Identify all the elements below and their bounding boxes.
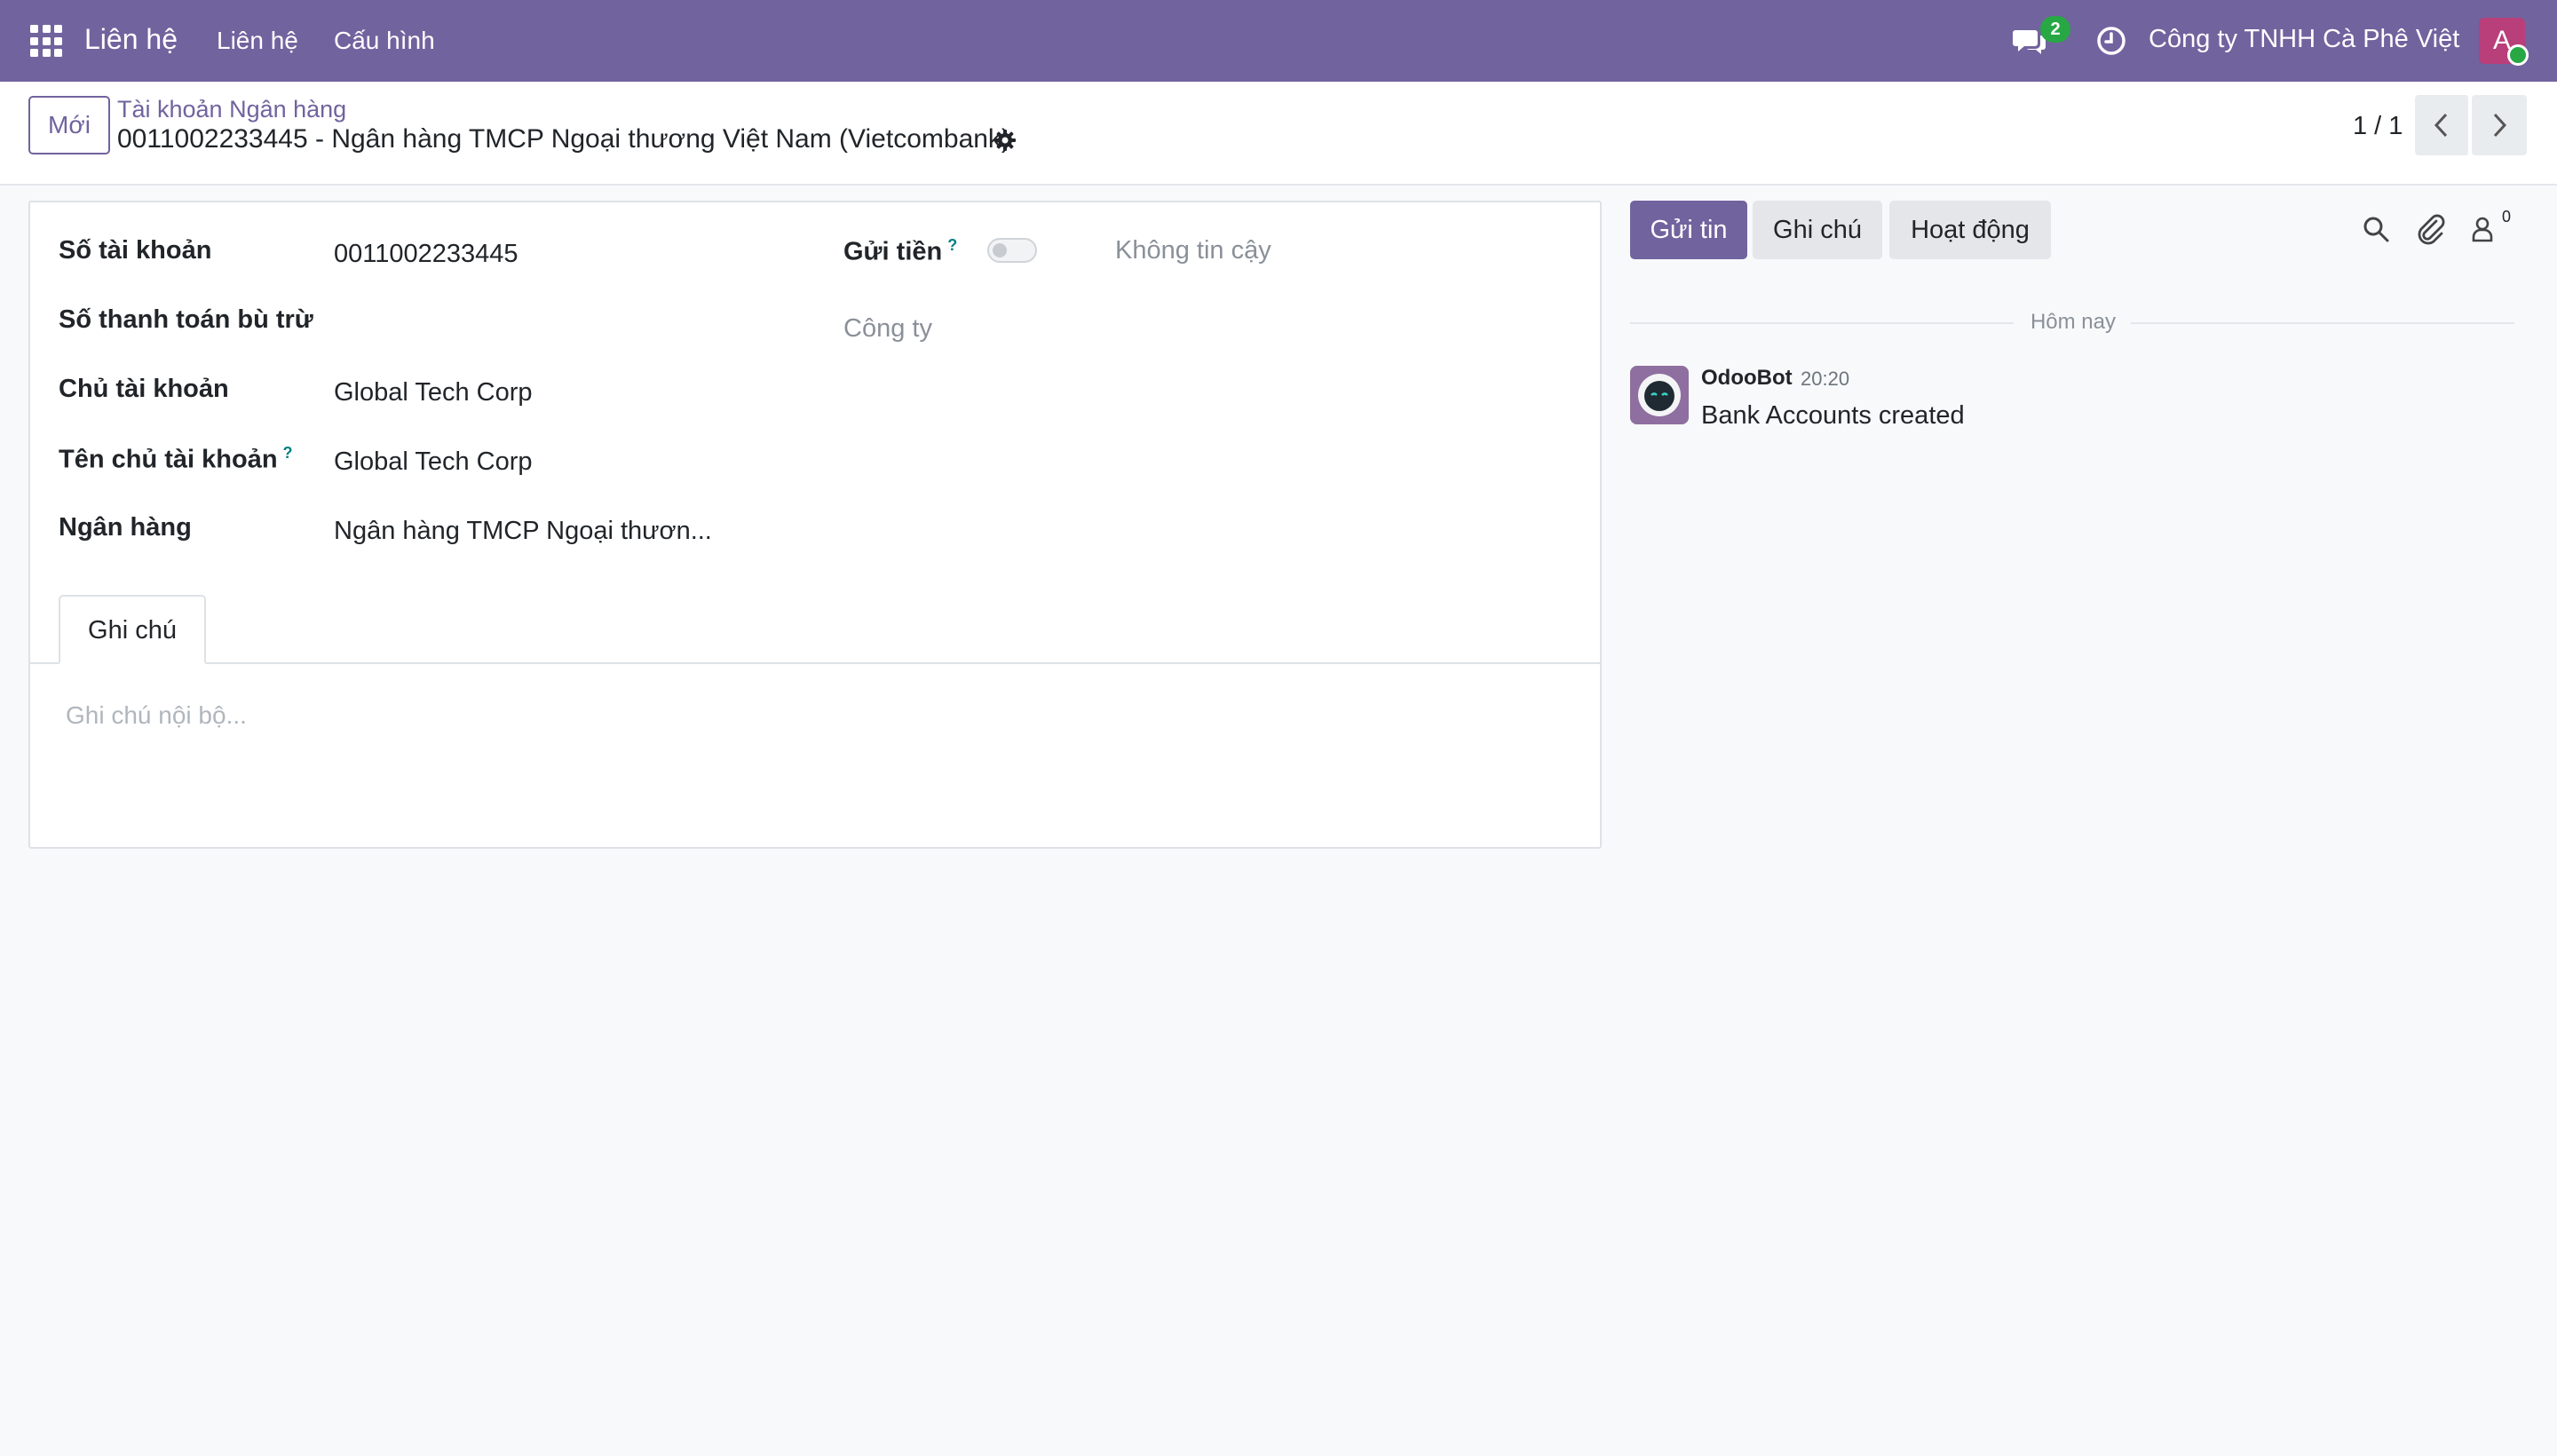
follower-count: 0: [2502, 208, 2512, 226]
internal-note-input[interactable]: Ghi chú nội bộ...: [66, 701, 247, 730]
send-money-label: Gửi tiền?: [843, 236, 957, 267]
company-switcher[interactable]: Công ty TNHH Cà Phê Việt: [2149, 25, 2459, 54]
clock-icon[interactable]: [2095, 25, 2127, 57]
help-tooltip-icon[interactable]: ?: [947, 236, 957, 254]
pager-next-button[interactable]: [2472, 95, 2527, 155]
app-grid-icon[interactable]: [30, 25, 62, 57]
odoobot-avatar[interactable]: [1630, 366, 1689, 424]
holder-name-label: Tên chủ tài khoản?: [59, 444, 293, 475]
bank-field[interactable]: Ngân hàng TMCP Ngoại thươn...: [334, 517, 712, 546]
gear-icon[interactable]: [993, 128, 1017, 153]
holder-label: Chủ tài khoản: [59, 375, 229, 403]
holder-name-field[interactable]: Global Tech Corp: [334, 447, 533, 477]
breadcrumb-link[interactable]: Tài khoản Ngân hàng: [117, 96, 346, 123]
menu-contacts[interactable]: Liên hệ: [217, 27, 298, 55]
menu-configuration[interactable]: Cấu hình: [334, 27, 435, 55]
bank-label: Ngân hàng: [59, 513, 192, 542]
pager-previous-button[interactable]: [2415, 95, 2470, 155]
clearing-number-label: Số thanh toán bù trừ: [59, 305, 313, 334]
pager-value[interactable]: 1 / 1: [2353, 112, 2403, 141]
search-icon[interactable]: [2360, 213, 2392, 245]
toggle-knob: [993, 243, 1007, 257]
app-name[interactable]: Liên hệ: [84, 23, 178, 56]
new-button[interactable]: Mới: [28, 96, 110, 154]
record-title: 0011002233445 - Ngân hàng TMCP Ngoại thư…: [117, 124, 1010, 154]
form-sheet: [28, 201, 1602, 849]
send-money-toggle[interactable]: [987, 238, 1037, 263]
chat-count-badge: 2: [2040, 16, 2070, 43]
holder-name-label-text: Tên chủ tài khoản: [59, 445, 278, 474]
message-author[interactable]: OdooBot: [1701, 366, 1793, 391]
follower-icon[interactable]: [2466, 213, 2498, 245]
company-field[interactable]: Công ty: [843, 314, 932, 344]
date-separator-line: [2131, 322, 2514, 324]
tabs-divider: [30, 662, 1600, 664]
send-message-button[interactable]: Gửi tin: [1630, 201, 1747, 259]
log-note-button[interactable]: Ghi chú: [1753, 201, 1882, 259]
help-tooltip-icon[interactable]: ?: [283, 444, 293, 462]
date-separator: Hôm nay: [2030, 310, 2117, 334]
paperclip-icon[interactable]: [2415, 213, 2447, 245]
account-number-field[interactable]: 0011002233445: [334, 240, 519, 269]
send-money-status: Không tin cậy: [1115, 236, 1271, 265]
clearing-number-field[interactable]: [334, 305, 796, 341]
top-navbar: Liên hệ Liên hệ Cấu hình 2 Công ty TNHH …: [0, 0, 2557, 82]
tab-notes[interactable]: Ghi chú: [59, 595, 206, 664]
account-number-label: Số tài khoản: [59, 236, 212, 265]
control-panel: Mới Tài khoản Ngân hàng 0011002233445 - …: [0, 82, 2557, 186]
send-money-label-text: Gửi tiền: [843, 237, 943, 266]
chevron-right-icon: [2493, 113, 2507, 138]
chevron-left-icon: [2434, 113, 2448, 138]
message-time: 20:20: [1801, 368, 1850, 390]
robot-icon: [1630, 366, 1689, 424]
holder-field[interactable]: Global Tech Corp: [334, 378, 533, 408]
online-status-icon: [2507, 44, 2529, 66]
message-body: Bank Accounts created: [1701, 401, 1965, 430]
activity-button[interactable]: Hoạt động: [1889, 201, 2051, 259]
date-separator-line: [1630, 322, 2014, 324]
